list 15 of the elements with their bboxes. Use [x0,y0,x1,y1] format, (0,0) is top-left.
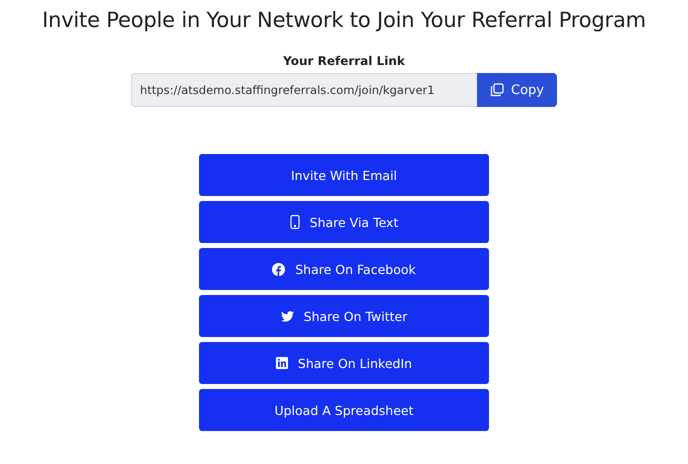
twitter-icon [280,310,294,322]
link-label: Your Referral Link [283,54,405,68]
share-button[interactable]: Invite With Email [199,154,489,196]
page-title: Invite People in Your Network to Join Your Referral Program [42,8,646,32]
facebook-icon [272,262,286,276]
share-button[interactable]: Share On Facebook [199,248,489,290]
share-button[interactable]: Upload A Spreadsheet [199,389,489,431]
share-button[interactable]: Share Via Text [199,201,489,243]
share-button[interactable]: Share On LinkedIn [199,342,489,384]
referral-link-field[interactable]: https://atsdemo.staffingreferrals.com/join/kgarver1 [131,73,477,107]
share-button[interactable]: Share On Twitter [199,295,489,337]
phone-icon [290,215,300,229]
linkedin-icon [276,357,288,369]
copy-button[interactable]: Copy [477,73,557,107]
copy-icon [490,83,504,97]
